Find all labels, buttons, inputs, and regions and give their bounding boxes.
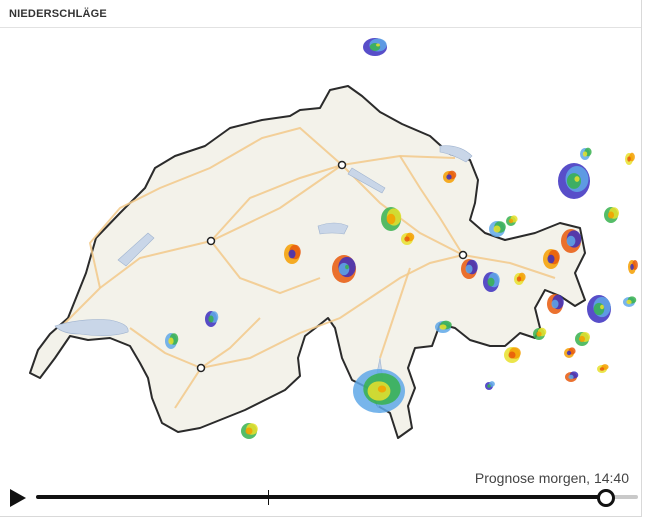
precip-cell bbox=[508, 218, 514, 224]
precip-cell bbox=[376, 43, 380, 47]
precip-cell bbox=[568, 374, 574, 380]
precip-cell bbox=[487, 277, 495, 287]
precipitation-map[interactable] bbox=[0, 28, 641, 468]
precip-cell bbox=[386, 213, 396, 225]
precip-cell bbox=[566, 235, 576, 247]
precip-cell bbox=[626, 299, 632, 305]
precip-cell bbox=[574, 176, 580, 182]
timeline-now-marker bbox=[268, 490, 269, 505]
city-marker-sion[interactable] bbox=[196, 363, 206, 373]
map-canvas[interactable] bbox=[0, 28, 641, 468]
precip-cell bbox=[487, 384, 491, 388]
precip-cell bbox=[578, 335, 586, 343]
panel-title: NIEDERSCHLÄGE bbox=[9, 8, 107, 20]
precip-cell bbox=[446, 174, 452, 180]
precip-cell bbox=[245, 427, 253, 435]
precip-cell bbox=[607, 211, 615, 219]
city-marker-bern[interactable] bbox=[206, 236, 216, 246]
timeline-thumb[interactable] bbox=[597, 489, 615, 507]
precip-cell bbox=[493, 225, 501, 233]
precip-cell bbox=[547, 254, 555, 264]
precip-cell bbox=[536, 331, 542, 337]
precip-cell bbox=[288, 249, 296, 259]
city-marker-chur[interactable] bbox=[458, 250, 468, 260]
precip-cell bbox=[566, 350, 572, 356]
precip-cell bbox=[508, 351, 516, 359]
precip-cell bbox=[566, 173, 582, 189]
precip-cell bbox=[377, 385, 387, 393]
timeline-progress bbox=[36, 495, 605, 499]
precip-cell bbox=[345, 264, 349, 270]
forecast-time-label: Prognose morgen, 14:40 bbox=[474, 470, 629, 486]
precip-cell bbox=[465, 264, 473, 274]
precip-cell bbox=[599, 367, 605, 371]
precip-cell bbox=[551, 299, 559, 309]
precip-cell bbox=[600, 304, 604, 310]
precip-cell bbox=[516, 276, 522, 282]
precip-cell bbox=[627, 156, 631, 162]
precip-cell bbox=[582, 151, 588, 157]
precipitation-panel: NIEDERSCHLÄGE Prognose morgen, 14:40 bbox=[0, 0, 642, 517]
precip-cell bbox=[630, 263, 634, 271]
precip-cell bbox=[208, 315, 214, 323]
lake-lucerne bbox=[317, 222, 349, 235]
play-button[interactable] bbox=[7, 487, 29, 509]
precip-cell bbox=[404, 236, 410, 242]
precip-cell bbox=[439, 324, 447, 330]
city-marker-zurich[interactable] bbox=[337, 160, 347, 170]
precip-cell bbox=[168, 337, 174, 345]
timeline-slider[interactable] bbox=[36, 488, 638, 508]
panel-header: NIEDERSCHLÄGE bbox=[0, 0, 641, 28]
play-icon bbox=[10, 489, 26, 507]
